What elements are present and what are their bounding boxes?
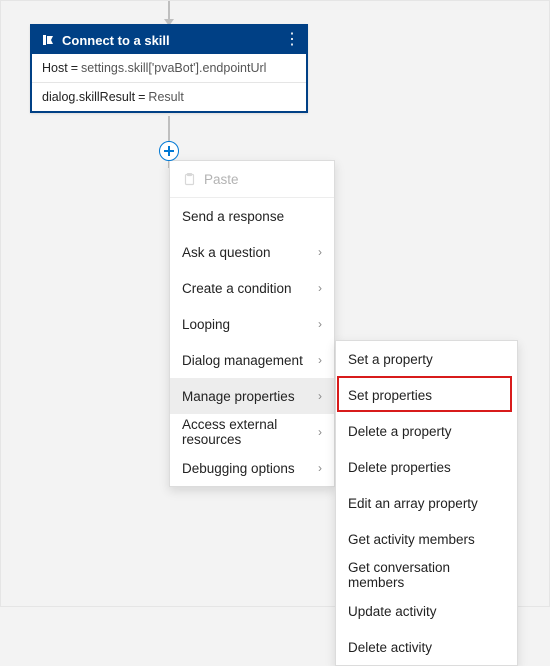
node-header[interactable]: Connect to a skill ⋮ bbox=[32, 26, 306, 54]
menu-label: Send a response bbox=[182, 209, 322, 224]
submenu-item-get-conversation-members[interactable]: Get conversation members bbox=[336, 557, 517, 593]
menu-label: Update activity bbox=[348, 604, 505, 619]
row-key: Host bbox=[42, 61, 68, 75]
menu-label: Delete activity bbox=[348, 640, 505, 655]
submenu-item-delete-a-property[interactable]: Delete a property bbox=[336, 413, 517, 449]
menu-label: Dialog management bbox=[182, 353, 318, 368]
flow-arrow-in bbox=[168, 1, 170, 24]
chevron-right-icon: › bbox=[318, 245, 322, 259]
skill-node[interactable]: Connect to a skill ⋮ Host = settings.ski… bbox=[30, 24, 308, 113]
row-eq: = bbox=[71, 61, 78, 75]
submenu-item-delete-activity[interactable]: Delete activity bbox=[336, 629, 517, 665]
menu-item-ask-a-question[interactable]: Ask a question › bbox=[170, 234, 334, 270]
menu-label: Get conversation members bbox=[348, 560, 505, 590]
chevron-right-icon: › bbox=[318, 353, 322, 367]
menu-item-manage-properties[interactable]: Manage properties › bbox=[170, 378, 334, 414]
chevron-right-icon: › bbox=[318, 281, 322, 295]
menu-label: Set a property bbox=[348, 352, 505, 367]
menu-label: Looping bbox=[182, 317, 318, 332]
menu-label: Debugging options bbox=[182, 461, 318, 476]
actions-context-menu: Paste Send a response Ask a question › C… bbox=[169, 160, 335, 487]
menu-item-debugging-options[interactable]: Debugging options › bbox=[170, 450, 334, 486]
row-eq: = bbox=[138, 90, 145, 104]
menu-item-access-external-resources[interactable]: Access external resources › bbox=[170, 414, 334, 450]
menu-label: Delete properties bbox=[348, 460, 505, 475]
submenu-item-get-activity-members[interactable]: Get activity members bbox=[336, 521, 517, 557]
menu-label: Edit an array property bbox=[348, 496, 505, 511]
node-title: Connect to a skill bbox=[62, 33, 280, 48]
row-val: settings.skill['pvaBot'].endpointUrl bbox=[81, 61, 266, 75]
menu-item-dialog-management[interactable]: Dialog management › bbox=[170, 342, 334, 378]
node-row-host[interactable]: Host = settings.skill['pvaBot'].endpoint… bbox=[32, 54, 306, 83]
menu-item-send-a-response[interactable]: Send a response bbox=[170, 198, 334, 234]
submenu-item-delete-properties[interactable]: Delete properties bbox=[336, 449, 517, 485]
menu-label: Manage properties bbox=[182, 389, 318, 404]
submenu-item-update-activity[interactable]: Update activity bbox=[336, 593, 517, 629]
node-row-result[interactable]: dialog.skillResult = Result bbox=[32, 83, 306, 111]
menu-label: Set properties bbox=[348, 388, 505, 403]
menu-item-create-a-condition[interactable]: Create a condition › bbox=[170, 270, 334, 306]
submenu-item-set-properties[interactable]: Set properties bbox=[336, 377, 517, 413]
menu-label: Access external resources bbox=[182, 417, 318, 447]
menu-label: Get activity members bbox=[348, 532, 505, 547]
menu-label: Paste bbox=[204, 172, 322, 187]
chevron-right-icon: › bbox=[318, 317, 322, 331]
menu-label: Create a condition bbox=[182, 281, 318, 296]
row-val: Result bbox=[148, 90, 183, 104]
submenu-item-set-a-property[interactable]: Set a property bbox=[336, 341, 517, 377]
chevron-right-icon: › bbox=[318, 461, 322, 475]
menu-item-paste: Paste bbox=[170, 161, 334, 197]
flow-arrow-out bbox=[168, 116, 170, 144]
chevron-right-icon: › bbox=[318, 389, 322, 403]
submenu-item-edit-an-array-property[interactable]: Edit an array property bbox=[336, 485, 517, 521]
menu-label: Delete a property bbox=[348, 424, 505, 439]
node-more-icon[interactable]: ⋮ bbox=[280, 32, 300, 48]
row-key: dialog.skillResult bbox=[42, 90, 135, 104]
paste-icon bbox=[182, 172, 196, 186]
menu-item-looping[interactable]: Looping › bbox=[170, 306, 334, 342]
menu-label: Ask a question bbox=[182, 245, 318, 260]
manage-properties-submenu: Set a property Set properties Delete a p… bbox=[335, 340, 518, 666]
skill-icon bbox=[40, 32, 56, 48]
chevron-right-icon: › bbox=[318, 425, 322, 439]
add-action-button[interactable] bbox=[159, 141, 179, 161]
